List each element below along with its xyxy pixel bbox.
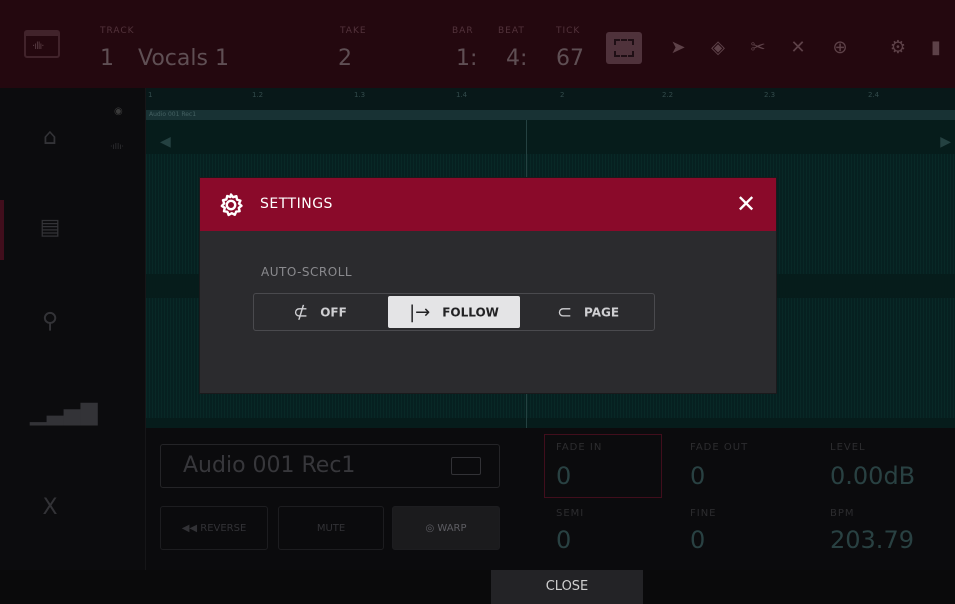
auto-scroll-selector: ⊄ OFF |→ FOLLOW ⊂ PAGE xyxy=(253,293,655,331)
gear-icon xyxy=(220,193,243,217)
off-label: OFF xyxy=(320,305,347,320)
no-scroll-icon: ⊄ xyxy=(293,301,309,323)
footer-bar: CLOSE xyxy=(0,570,955,604)
auto-scroll-follow-option[interactable]: |→ FOLLOW xyxy=(388,296,520,328)
close-icon[interactable]: ✕ xyxy=(730,188,762,220)
settings-title: SETTINGS xyxy=(260,196,333,212)
auto-scroll-label: AUTO-SCROLL xyxy=(261,265,353,279)
follow-arrow-icon: |→ xyxy=(409,301,431,323)
auto-scroll-off-option[interactable]: ⊄ OFF xyxy=(256,296,384,328)
auto-scroll-page-option[interactable]: ⊂ PAGE xyxy=(524,296,652,328)
settings-dialog: SETTINGS ✕ AUTO-SCROLL ⊄ OFF |→ FOLLOW ⊂ PA… xyxy=(200,178,776,393)
page-label: PAGE xyxy=(584,305,620,320)
settings-dialog-header: SETTINGS ✕ xyxy=(200,178,776,231)
page-return-icon: ⊂ xyxy=(556,301,573,323)
follow-label: FOLLOW xyxy=(442,305,499,320)
close-button[interactable]: CLOSE xyxy=(491,570,643,604)
